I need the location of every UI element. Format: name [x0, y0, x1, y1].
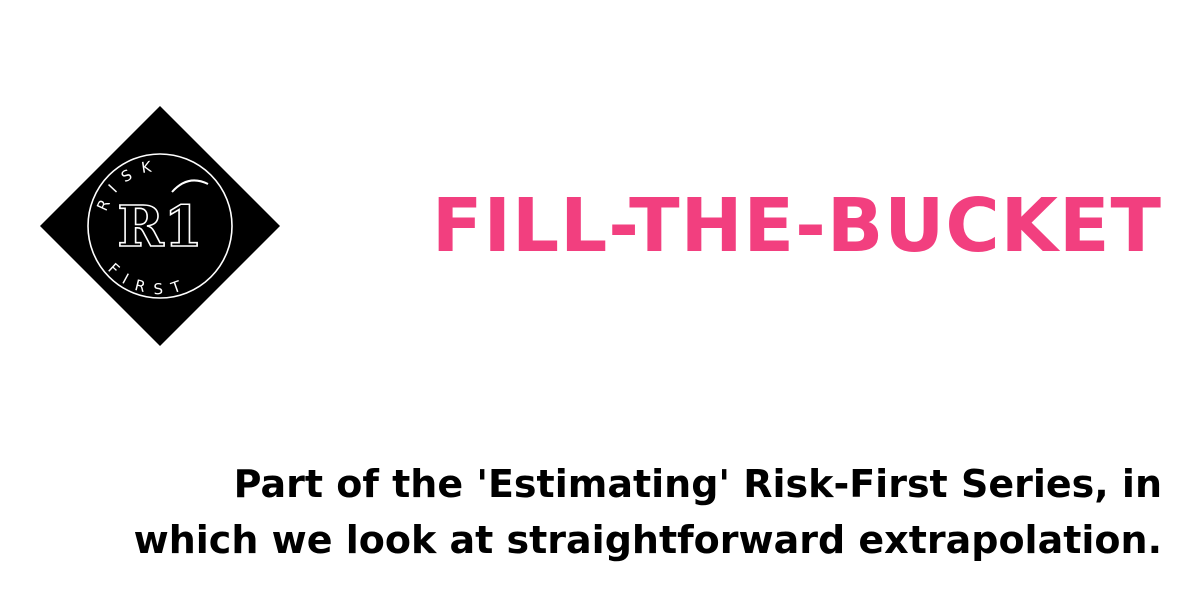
logo-monogram: R1 [117, 194, 203, 260]
subtitle-line-1: Part of the 'Estimating' Risk-First Seri… [233, 462, 1162, 506]
risk-first-logo-graphic: RISK FIRST R1 [40, 106, 280, 346]
subtitle: Part of the 'Estimating' Risk-First Seri… [62, 456, 1162, 568]
subtitle-line-2: which we look at straightforward extrapo… [133, 518, 1162, 562]
article-card: RISK FIRST R1 FILL-THE-BUCKET Part of th… [0, 0, 1200, 614]
page-title: FILL-THE-BUCKET [431, 183, 1162, 269]
risk-first-logo-icon: RISK FIRST R1 [40, 106, 280, 346]
